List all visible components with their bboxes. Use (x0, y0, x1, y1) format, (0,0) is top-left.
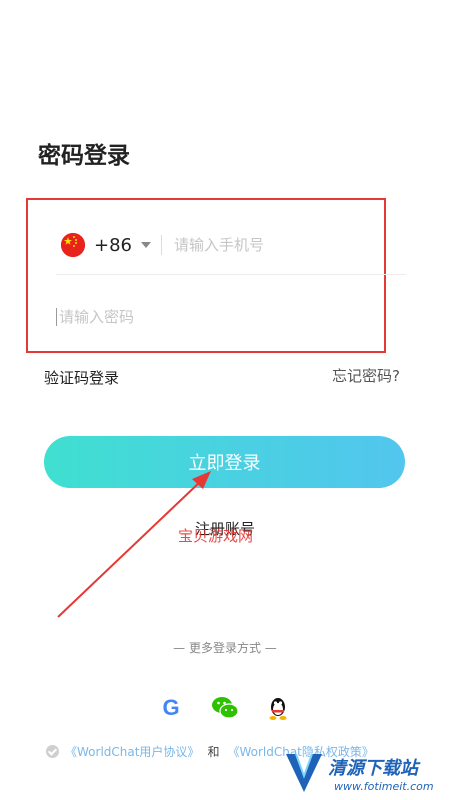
site-logo-text: 清源下载站 (328, 758, 418, 779)
google-icon[interactable]: G (158, 695, 184, 721)
site-watermark-logo: 清源下载站 www.fotimeit.com (282, 748, 450, 800)
agreement-checkbox[interactable] (46, 745, 59, 758)
annotation-arrow (57, 471, 211, 618)
site-logo-url: www.fotimeit.com (334, 780, 434, 793)
wechat-icon[interactable] (211, 695, 239, 721)
agreement-and: 和 (207, 745, 220, 759)
user-agreement-link[interactable]: 《WorldChat用户协议》 (65, 743, 199, 760)
site-logo-icon (286, 753, 322, 792)
more-login-label: — 更多登录方式 — (173, 641, 277, 655)
qq-icon[interactable] (266, 695, 292, 721)
